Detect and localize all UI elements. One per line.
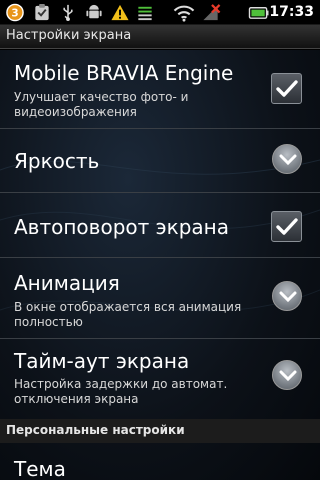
setting-title: Тема	[14, 457, 66, 480]
setting-summary: Улучшает качество фото- и видеоизображен…	[14, 90, 189, 119]
notification-count-icon: 3	[6, 3, 24, 22]
setting-row-theme[interactable]: Тема	[0, 445, 320, 480]
bravia-checkbox[interactable]	[271, 73, 302, 104]
usb-icon	[63, 4, 73, 22]
android-debug-icon	[86, 4, 102, 19]
warning-icon	[111, 4, 129, 21]
setting-summary: В окне отображается вся анимация полност…	[14, 300, 242, 329]
battery-icon	[248, 7, 269, 19]
clock: 17:33	[269, 4, 314, 20]
setting-title: Тайм-аут экрана	[14, 349, 190, 373]
signal-bars-icon	[138, 6, 152, 21]
setting-row-brightness[interactable]: Яркость	[0, 129, 320, 191]
status-bar: 3 17:33	[0, 0, 320, 25]
page-title: Настройки экрана	[6, 28, 132, 43]
setting-title: Автоповорот экрана	[14, 215, 229, 239]
chevron-down-icon[interactable]	[272, 144, 302, 174]
chevron-down-icon[interactable]	[272, 360, 302, 390]
setting-row-animation[interactable]: Анимация В окне отображается вся анимаци…	[0, 258, 320, 338]
autorotate-checkbox[interactable]	[271, 211, 302, 242]
checkmark-icon	[276, 80, 298, 97]
no-signal-icon	[203, 4, 221, 21]
setting-row-bravia[interactable]: Mobile BRAVIA Engine Улучшает качество ф…	[0, 50, 320, 126]
setting-title: Яркость	[14, 149, 100, 173]
setting-title: Анимация	[14, 271, 120, 295]
section-header: Персональные настройки	[0, 419, 320, 443]
checkmark-icon	[276, 218, 298, 235]
setting-row-autorotate[interactable]: Автоповорот экрана	[0, 193, 320, 255]
setting-summary: Настройка задержки до автомат. отключени…	[14, 377, 228, 406]
setting-row-screen-timeout[interactable]: Тайм-аут экрана Настройка задержки до ав…	[0, 339, 320, 419]
title-bar: Настройки экрана	[0, 25, 320, 49]
section-header-title: Персональные настройки	[6, 423, 185, 437]
setting-title: Mobile BRAVIA Engine	[14, 61, 234, 85]
svg-text:3: 3	[11, 7, 18, 19]
screen: 3 17:33 Настройки экрана Mobile BRAVIA E…	[0, 0, 320, 480]
settings-list[interactable]: Mobile BRAVIA Engine Улучшает качество ф…	[0, 50, 320, 480]
clipboard-check-icon	[35, 3, 49, 21]
chevron-down-icon[interactable]	[272, 281, 302, 311]
wifi-icon	[173, 5, 195, 22]
